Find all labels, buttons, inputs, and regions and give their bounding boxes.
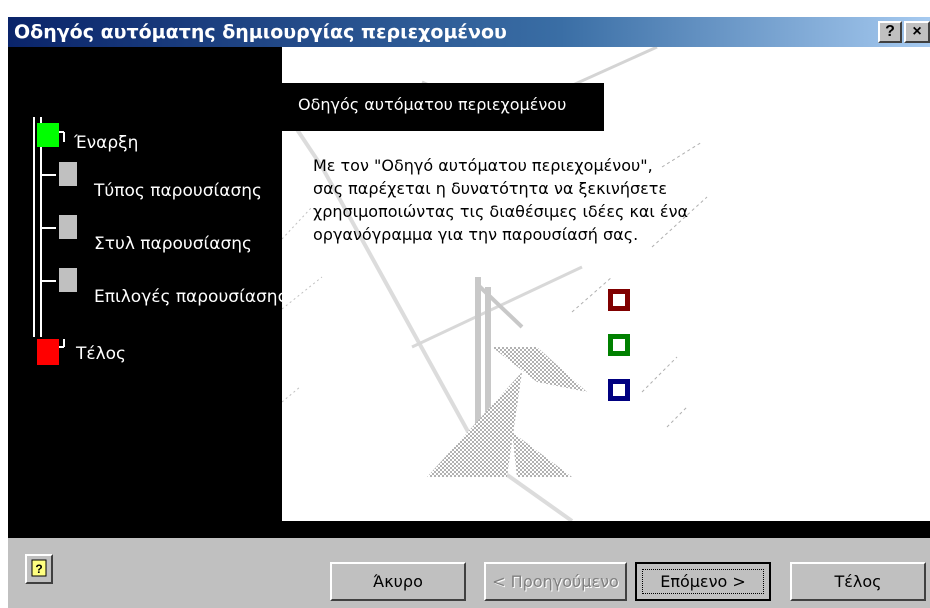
focus-rectangle <box>642 569 764 594</box>
title-bar: Οδηγός αυτόματης δημιουργίας περιεχομένο… <box>8 17 930 47</box>
step-label-type: Τύπος παρουσίασης <box>94 181 262 201</box>
svg-text:?: ? <box>35 562 42 576</box>
step-label-options: Επιλογές παρουσίασης <box>94 287 288 307</box>
help-button[interactable]: ? <box>25 554 53 584</box>
description-line: Με τον "Οδηγό αυτόματου περιεχομένου", <box>313 156 653 175</box>
wizard-window: Οδηγός αυτόματης δημιουργίας περιεχομένο… <box>8 17 930 608</box>
description-line: οργανόγραμμα για την παρουσίασή σας. <box>313 225 639 244</box>
button-bar: ? Άκυρο < Προηγούμενο Επόμενο > Τέλος <box>8 538 930 608</box>
green-square-icon <box>608 334 630 356</box>
step-marker-options <box>59 268 77 292</box>
window-title: Οδηγός αυτόματης δημιουργίας περιεχομένο… <box>14 21 507 43</box>
help-icon: ? <box>31 559 47 577</box>
back-button[interactable]: < Προηγούμενο <box>484 562 627 601</box>
content-heading: Οδηγός αυτόματου περιεχομένου <box>298 95 567 114</box>
step-tree-lines <box>33 117 77 365</box>
step-marker-style <box>59 215 77 239</box>
finish-button[interactable]: Τέλος <box>790 562 926 601</box>
step-marker-finish <box>37 339 59 365</box>
description-text: Με τον "Οδηγό αυτόματου περιεχομένου", σ… <box>313 154 693 246</box>
maroon-square-icon <box>608 289 630 311</box>
close-button[interactable]: × <box>904 21 930 43</box>
step-label-start: Έναρξη <box>74 133 139 153</box>
navy-square-icon <box>608 379 630 401</box>
content-heading-bar: Οδηγός αυτόματου περιεχομένου <box>282 83 604 131</box>
cancel-button[interactable]: Άκυρο <box>330 562 466 601</box>
next-button[interactable]: Επόμενο > <box>635 562 771 601</box>
wizard-steps-panel: Έναρξη Τύπος παρουσίασης Στυλ παρουσίαση… <box>8 47 288 517</box>
description-line: σας παρέχεται η δυνατότητα να ξεκινήσετε <box>313 179 668 198</box>
description-line: χρησιμοποιώντας τις διαθέσιμες ιδέες και… <box>313 202 689 221</box>
step-label-finish: Τέλος <box>76 344 127 364</box>
help-title-button[interactable]: ? <box>878 21 902 43</box>
step-marker-start <box>37 123 59 147</box>
step-label-style: Στυλ παρουσίασης <box>94 234 253 254</box>
step-marker-type <box>59 162 77 186</box>
